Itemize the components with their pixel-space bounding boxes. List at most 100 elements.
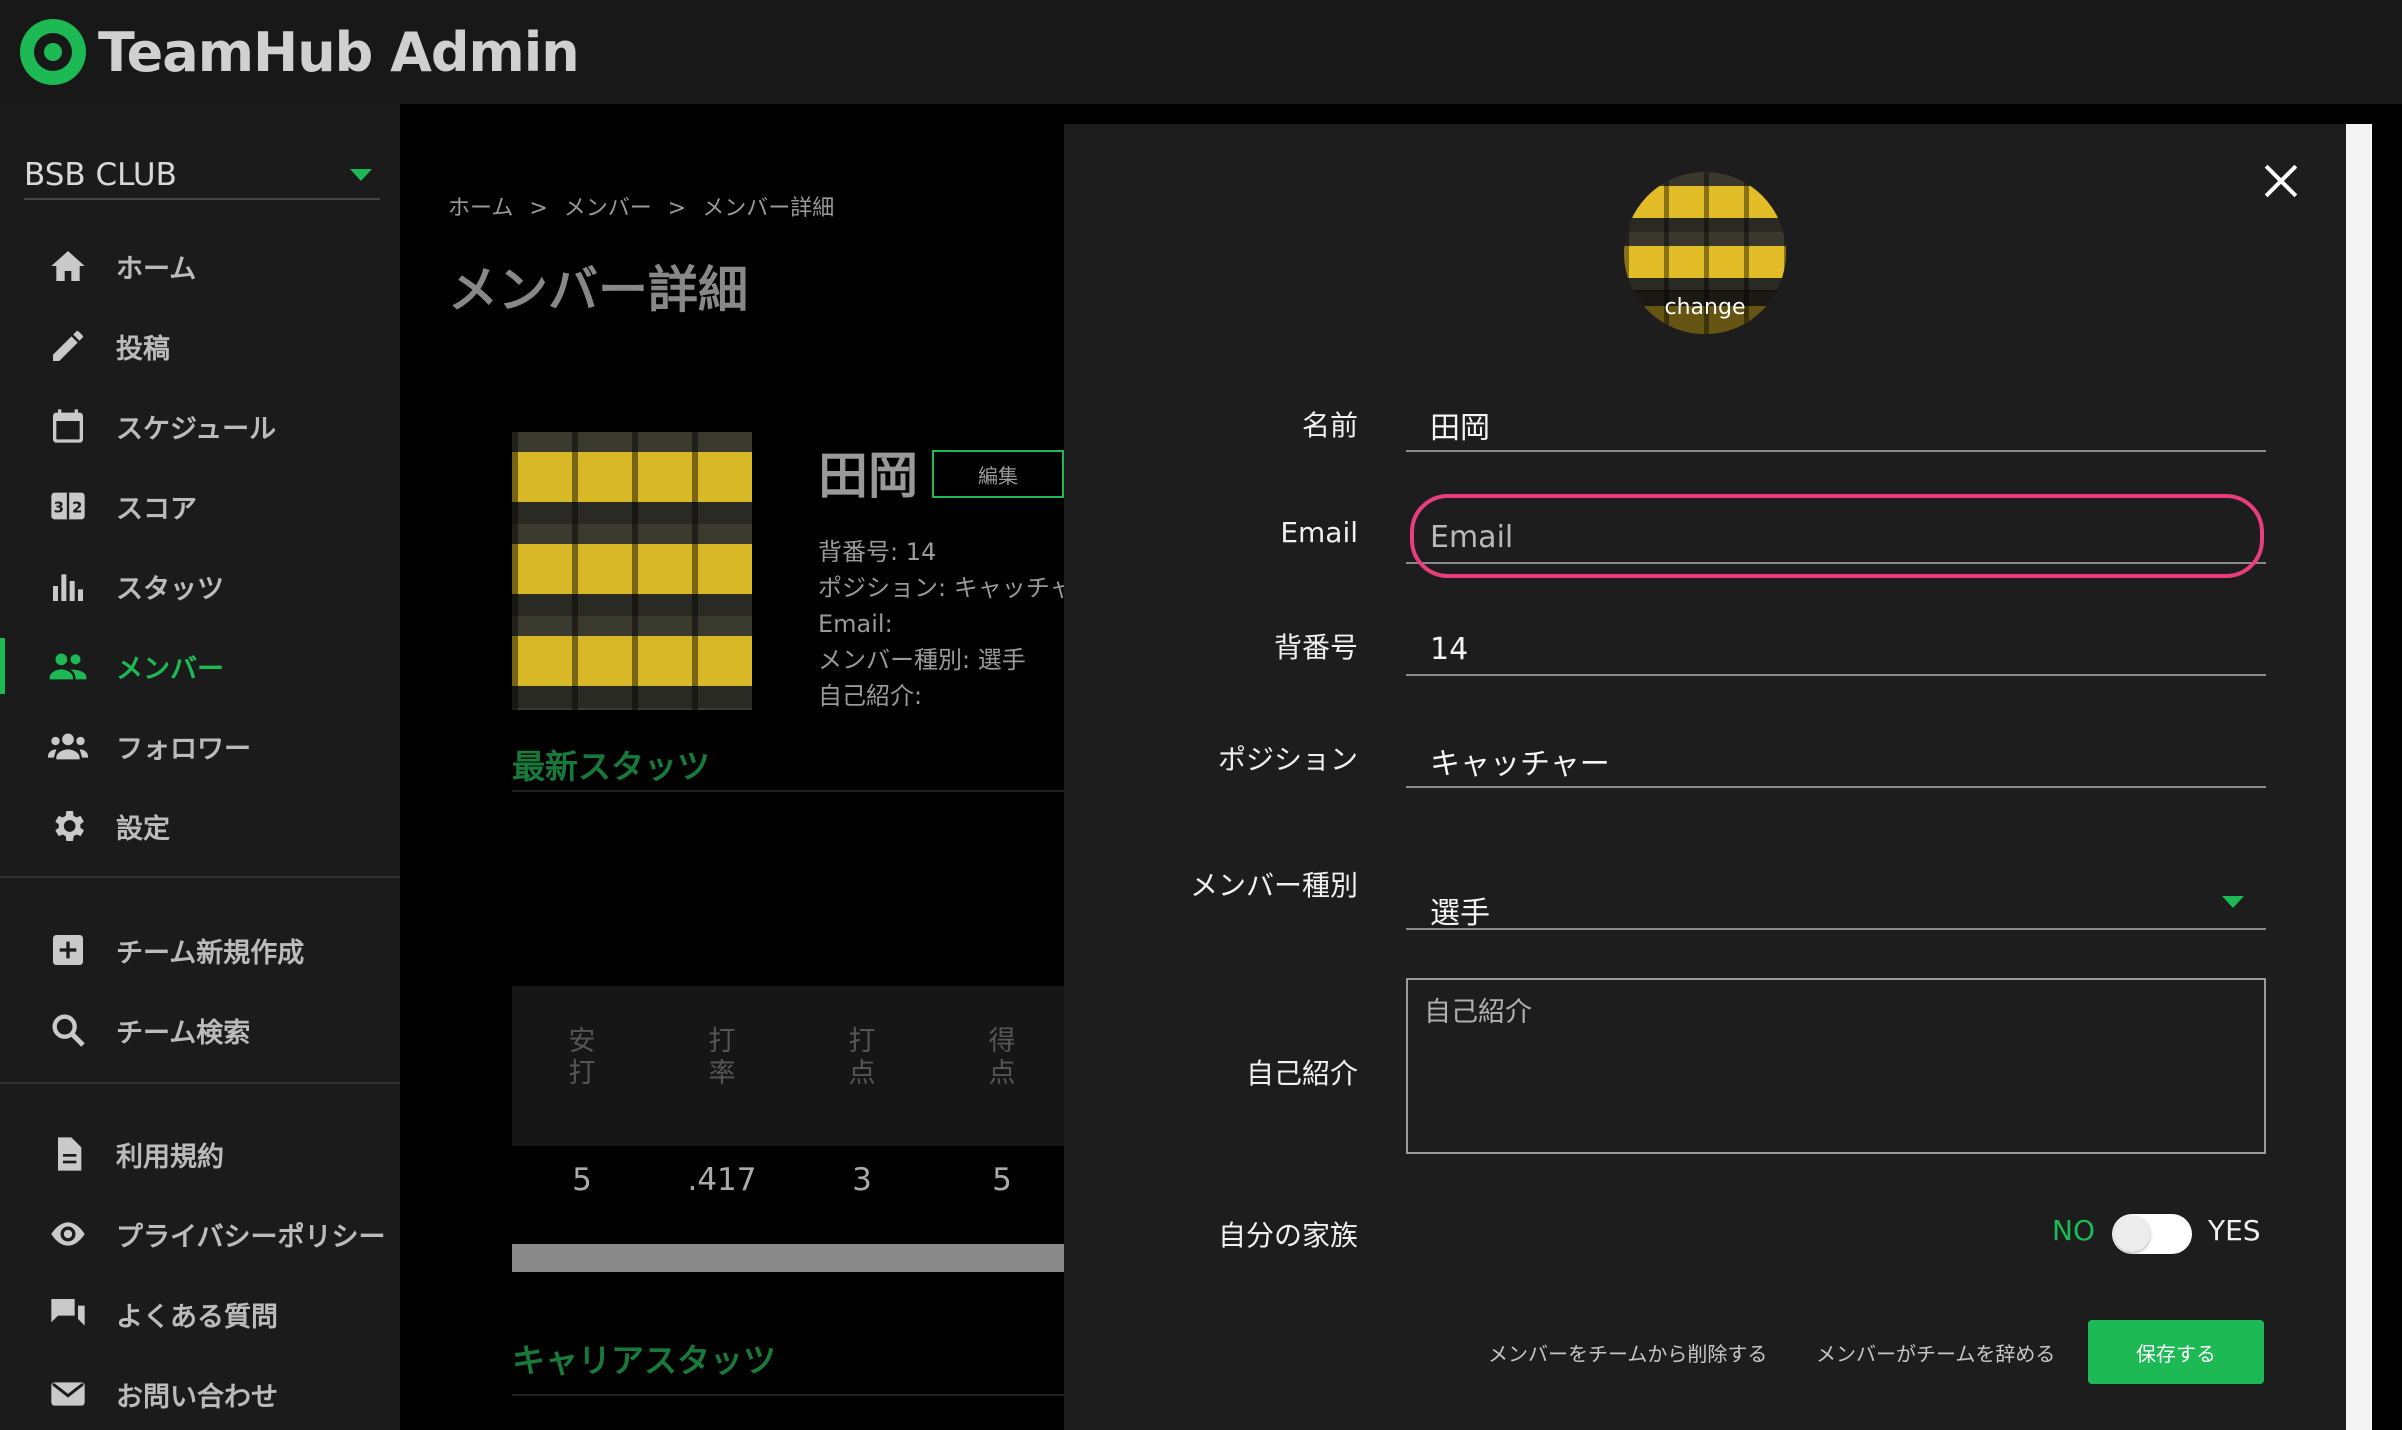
sidebar-item-score[interactable]: 32 スコア [0,466,400,546]
plus-box-icon [46,928,90,972]
position-label: ポジション [1217,743,1358,776]
member-info: 背番号: 14 ポジション: キャッチャ Email: メンバー種別: 選手 自… [818,534,1073,714]
breadcrumb-separator: > [667,196,687,221]
sidebar-item-followers[interactable]: フォロワー [0,706,400,786]
sidebar-item-label: チーム検索 [116,1017,251,1049]
sidebar-item-privacy[interactable]: プライバシーポリシー [0,1194,400,1274]
app-logo[interactable]: TeamHub Admin [20,12,580,92]
avatar[interactable]: change [1624,172,1786,334]
sidebar-item-label: ホーム [116,253,197,285]
sidebar: BSB CLUB ホーム 投稿 スケジュール 32 スコア スタッツ メンバー … [0,104,400,1430]
search-icon [46,1008,90,1052]
chat-icon [46,1292,90,1336]
eye-icon [46,1212,90,1256]
stats-value-rbi: 3 [852,1162,872,1198]
sidebar-item-stats[interactable]: スタッツ [0,546,400,626]
sidebar-item-members[interactable]: メンバー [0,626,400,706]
main-nav: ホーム 投稿 スケジュール 32 スコア スタッツ メンバー フォロワー 設定 [0,226,400,866]
chevron-down-icon [2222,896,2244,908]
followers-icon [46,724,90,768]
bar-chart-icon [46,564,90,608]
stats-value-runs: 5 [992,1162,1012,1198]
divider [0,876,400,878]
highlight-ring [1410,494,2264,578]
sidebar-item-contact[interactable]: お問い合わせ [0,1354,400,1430]
stats-header-hits: 安打 [568,1026,596,1089]
stats-header-rbi: 打点 [848,1026,876,1089]
member-email: Email: [818,610,893,638]
family-toggle[interactable] [2112,1214,2192,1254]
calendar-icon [46,404,90,448]
chevron-down-icon [350,169,372,181]
sidebar-item-label: チーム新規作成 [116,937,305,969]
member-position: ポジション: キャッチャ [818,574,1074,602]
intro-textarea[interactable] [1406,978,2266,1154]
people-icon [46,644,90,688]
number-label: 背番号 [1273,631,1358,664]
page-title: メンバー詳細 [448,261,748,319]
member-number: 背番号: 14 [818,538,937,566]
club-name: BSB CLUB [24,157,177,193]
app-title: TeamHub Admin [98,20,580,84]
member-name: 田岡 [818,447,918,505]
mail-icon [46,1372,90,1416]
remove-member-link[interactable]: メンバーをチームから削除する [1488,1338,1767,1367]
breadcrumb-separator: > [529,196,548,221]
email-label: Email [1280,516,1358,549]
sidebar-item-label: お問い合わせ [116,1381,278,1413]
sidebar-item-create-team[interactable]: チーム新規作成 [0,910,400,990]
edit-member-dialog: change 名前 Email 背番号 ポジション メンバー種別 選手 自己紹介… [1064,124,2346,1430]
breadcrumb-home[interactable]: ホーム [448,196,513,221]
breadcrumb-current: メンバー詳細 [702,196,835,221]
gear-icon [46,804,90,848]
name-field[interactable] [1406,392,2266,452]
sidebar-item-label: スタッツ [116,573,224,605]
toggle-yes-label: YES [2208,1214,2261,1247]
latest-stats-title: 最新スタッツ [512,747,710,786]
number-field[interactable] [1406,616,2266,676]
sidebar-item-faq[interactable]: よくある質問 [0,1274,400,1354]
member-intro: 自己紹介: [818,682,923,710]
save-button[interactable]: 保存する [2088,1320,2264,1384]
svg-text:3: 3 [54,499,64,517]
document-icon [46,1132,90,1176]
club-selector[interactable]: BSB CLUB [24,152,380,200]
teamhub-logo-icon [20,19,86,85]
breadcrumb: ホーム > メンバー > メンバー詳細 [448,190,834,222]
toggle-no-label: NO [2052,1214,2095,1247]
family-label: 自分の家族 [1217,1219,1358,1252]
stats-header-runs: 得点 [988,1026,1016,1089]
info-nav: 利用規約 プライバシーポリシー よくある質問 お問い合わせ [0,1114,400,1430]
member-photo [512,432,752,710]
sidebar-item-posts[interactable]: 投稿 [0,306,400,386]
edit-button[interactable]: 編集 [932,450,1064,498]
home-icon [46,244,90,288]
member-type: メンバー種別: 選手 [818,646,1026,674]
sidebar-item-terms[interactable]: 利用規約 [0,1114,400,1194]
sidebar-item-search-team[interactable]: チーム検索 [0,990,400,1070]
intro-label: 自己紹介 [1245,1057,1358,1090]
stats-value-average: .417 [687,1162,757,1198]
sidebar-item-label: メンバー [116,653,224,685]
breadcrumb-members[interactable]: メンバー [564,196,652,221]
sidebar-item-home[interactable]: ホーム [0,226,400,306]
career-stats-title: キャリアスタッツ [512,1341,776,1380]
toggle-knob [2114,1216,2150,1252]
member-type-label: メンバー種別 [1189,869,1358,902]
sidebar-item-settings[interactable]: 設定 [0,786,400,866]
position-field[interactable] [1406,728,2266,788]
member-type-select[interactable]: 選手 [1406,870,2266,931]
avatar-change-label[interactable]: change [1624,290,1786,334]
pencil-icon [46,324,90,368]
sidebar-item-label: プライバシーポリシー [116,1221,386,1253]
sidebar-item-label: 利用規約 [116,1141,224,1173]
close-icon[interactable] [2258,158,2304,204]
sidebar-item-label: フォロワー [116,733,251,765]
sidebar-item-schedule[interactable]: スケジュール [0,386,400,466]
sidebar-item-label: スケジュール [116,413,277,445]
dialog-scrollbar[interactable] [2346,124,2372,1430]
scoreboard-icon: 32 [46,484,90,528]
leave-team-link[interactable]: メンバーがチームを辞める [1816,1338,2055,1367]
stats-header-average: 打率 [708,1026,736,1089]
team-nav: チーム新規作成 チーム検索 [0,910,400,1070]
